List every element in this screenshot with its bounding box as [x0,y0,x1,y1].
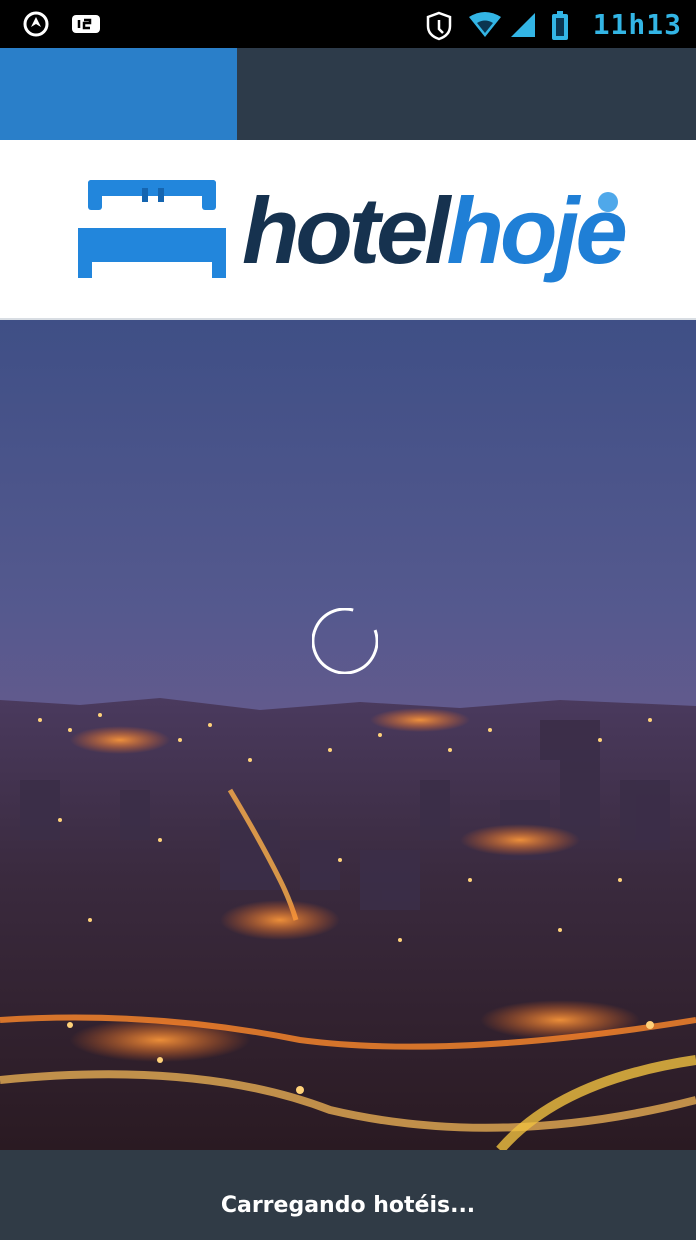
logo-text-hotel: hotel [242,178,451,283]
shield-icon [425,11,453,40]
battery-icon [551,10,579,40]
logo-dot [598,192,618,212]
navigation-icon [22,10,50,38]
clock: 11h13 [592,8,682,41]
city-night-image [0,320,696,1150]
loading-progress-fill [0,48,237,140]
bed-icon [76,176,228,286]
usb-icon [70,10,100,38]
logo: hotelhoje [242,176,628,286]
logo-text-hoje: hoje [446,178,628,283]
loading-status-text: Carregando hotéis... [220,1193,476,1218]
status-bar: 11h13 [0,0,696,48]
signal-icon [509,11,537,39]
wifi-icon [467,11,501,39]
loading-progress-bar [0,48,696,140]
loading-spinner-icon [311,607,379,675]
